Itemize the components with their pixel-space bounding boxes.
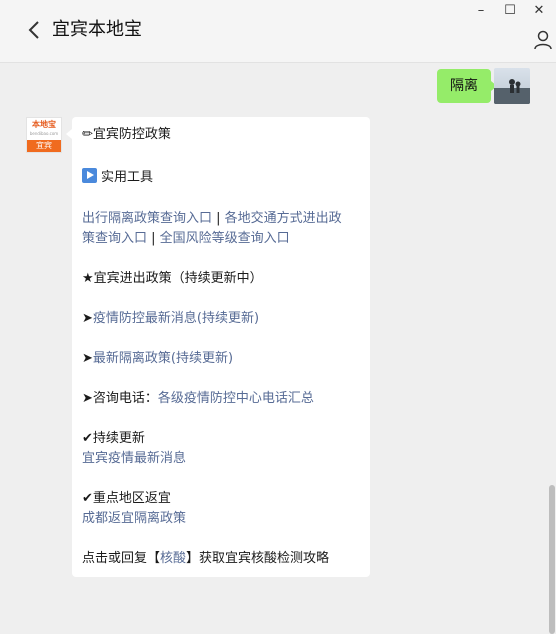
arrow-bullet: ➤ xyxy=(82,311,93,326)
hotline-link[interactable]: 各级疫情防控中心电话汇总 xyxy=(158,391,314,406)
hotline-row: ➤咨询电话：各级疫情防控中心电话汇总 xyxy=(82,389,362,409)
user-profile-icon[interactable] xyxy=(533,30,553,50)
logo-city: 宜宾 xyxy=(27,140,61,152)
return-heading: ✔重点地区返宜 xyxy=(82,491,171,506)
play-icon xyxy=(82,168,97,183)
tools-label: 实用工具 xyxy=(101,170,154,185)
bendibao-logo-avatar[interactable]: 本地宝 bendibao.com 宜宾 xyxy=(26,117,62,153)
links-row-1: 出行隔离政策查询入口 | 各地交通方式进出政 xyxy=(82,209,362,229)
nucleic-keyword-link[interactable]: 核酸 xyxy=(160,551,186,566)
title-bar: 宜宾本地宝 – ☐ ✕ xyxy=(0,0,556,63)
close-button[interactable]: ✕ xyxy=(529,2,549,20)
links-row-2: 策查询入口 | 全国风险等级查询入口 xyxy=(82,229,362,249)
epidemic-news-row: ➤疫情防控最新消息(持续更新) xyxy=(82,309,362,329)
outgoing-message[interactable]: 隔离 xyxy=(437,69,497,103)
hotline-label: ➤咨询电话： xyxy=(82,391,158,406)
separator: | xyxy=(212,211,225,226)
scrollbar[interactable] xyxy=(549,485,555,634)
silhouette-photo-icon xyxy=(494,79,530,104)
risk-level-link[interactable]: 全国风险等级查询入口 xyxy=(160,231,290,246)
transport-policy-link-part2[interactable]: 策查询入口 xyxy=(82,231,147,246)
chengdu-return-link[interactable]: 成都返宜隔离政策 xyxy=(82,509,362,529)
epidemic-news-link[interactable]: 疫情防控最新消息(持续更新) xyxy=(93,311,259,326)
yibin-news-link[interactable]: 宜宾疫情最新消息 xyxy=(82,449,362,469)
reply-prompt-end: 】获取宜宾核酸检测攻略 xyxy=(186,551,330,566)
transport-policy-link-part1[interactable]: 各地交通方式进出政 xyxy=(225,211,342,226)
minimize-button[interactable]: – xyxy=(471,2,491,20)
quarantine-policy-row: ➤最新隔离政策(持续更新) xyxy=(82,349,362,369)
tools-heading: 实用工具 xyxy=(82,168,362,188)
reply-prompt-start: 点击或回复【 xyxy=(82,551,161,566)
logo-text: 本地宝 xyxy=(27,118,61,140)
my-avatar[interactable] xyxy=(494,68,530,104)
maximize-button[interactable]: ☐ xyxy=(500,2,520,20)
travel-quarantine-link[interactable]: 出行隔离政策查询入口 xyxy=(82,211,212,226)
heading-policy: ✏宜宾防控政策 xyxy=(82,127,171,142)
nucleic-test-row: 点击或回复【核酸】获取宜宾核酸检测攻略 xyxy=(82,549,362,569)
updates-heading: ✔持续更新 xyxy=(82,431,145,446)
logo-url: bendibao.com xyxy=(29,131,59,136)
separator: | xyxy=(147,231,160,246)
arrow-bullet: ➤ xyxy=(82,351,93,366)
back-arrow-icon[interactable] xyxy=(27,20,41,40)
quarantine-policy-link[interactable]: 最新隔离政策(持续更新) xyxy=(93,351,233,366)
chat-area: 隔离 本地宝 bendibao.com 宜宾 ✏宜宾防控政策 实用工具 出行隔离… xyxy=(0,63,556,634)
chat-title: 宜宾本地宝 xyxy=(52,19,142,40)
entry-exit-heading: ★宜宾进出政策（持续更新中） xyxy=(82,271,263,286)
incoming-message: ✏宜宾防控政策 实用工具 出行隔离政策查询入口 | 各地交通方式进出政 策查询入… xyxy=(66,117,370,577)
